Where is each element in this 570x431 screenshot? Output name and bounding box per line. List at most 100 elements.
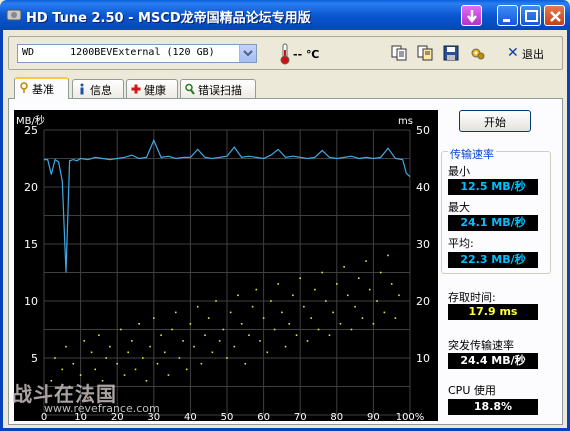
access-time-point [127,351,129,354]
access-time-point [398,294,400,297]
y-tick-right: 20 [416,295,430,308]
x-tick: 50 [221,412,234,421]
access-time-point [259,340,261,342]
access-time-point [116,362,118,365]
access-time-point [383,311,386,314]
access-time-point [134,368,137,371]
access-time-point [105,357,108,359]
maximize-button[interactable] [520,5,541,26]
access-time-point [321,271,323,274]
access-time-point [244,362,247,365]
access-time-point [306,340,309,342]
minimize-icon [503,19,510,22]
watermark-url: www.revefrance.com [44,402,160,415]
cpu-usage-value: 18.8% [448,399,538,415]
access-time-point [295,334,298,336]
min-label: 最小 [448,165,470,178]
access-time-point [153,317,155,319]
access-time-point [343,266,345,268]
options-icon[interactable] [470,45,486,61]
access-time-point [65,345,67,348]
access-time-point [240,323,243,325]
minimize-button[interactable] [497,5,518,26]
copy-info-icon[interactable] [417,45,433,61]
access-time-point [262,317,265,319]
access-time-point [394,317,397,319]
access-time-point [131,340,133,342]
drive-select[interactable]: WD 1200BEVExternal (120 GB) [17,44,257,63]
x-tick: 80 [330,412,343,421]
access-time-point [200,362,203,365]
tab-health[interactable]: 健康 [126,79,178,98]
access-time-point [189,323,192,325]
exit-icon: ✕ [507,45,519,61]
access-time-point [178,357,181,359]
burst-rate-value: 24.4 MB/秒 [448,353,538,369]
tab-error-scan[interactable]: 错误扫描 [180,79,256,98]
access-time-point [354,305,356,308]
save-icon[interactable] [443,45,459,61]
scan-icon [185,83,195,95]
y-tick-right: 30 [416,238,430,251]
access-time-point [288,323,291,325]
copy-icon[interactable] [391,45,407,61]
access-time-point [211,351,214,354]
access-time-point [207,317,210,319]
chevron-down-icon[interactable] [239,45,256,62]
access-time-point [357,277,360,279]
access-time-point [350,328,353,331]
access-time-point [79,374,82,376]
access-time-point [109,345,111,348]
access-time-point [251,305,254,308]
access-time-point [138,323,140,325]
access-time-point [120,328,122,331]
access-time-point [292,294,294,297]
avg-label: 平均: [448,237,474,250]
access-time-point [215,300,217,302]
access-time-point [255,288,258,291]
access-time-point [149,345,151,348]
access-time-point [218,340,221,342]
close-button[interactable] [544,5,565,26]
benchmark-icon [20,82,28,93]
access-time-label: 存取时间: [448,291,496,304]
access-time-point [346,294,349,297]
app-icon [6,9,22,21]
avg-value: 22.3 MB/秒 [448,252,538,268]
access-time-point [90,351,93,354]
max-value: 24.1 MB/秒 [448,215,538,231]
download-icon [467,10,477,24]
start-button[interactable]: 开始 [459,110,531,132]
access-time-point [317,328,320,331]
access-time-point [123,374,126,376]
transfer-rate-title: 传输速率 [448,146,496,162]
tab-label: 错误扫描 [198,84,242,97]
x-tick: 90 [367,412,380,421]
min-value: 12.5 MB/秒 [448,179,538,195]
access-time-point [314,288,316,291]
access-time-point [156,362,159,365]
exit-label: 退出 [522,48,544,61]
access-time-point [193,345,195,348]
access-time-point [174,311,177,314]
access-time-point [72,362,75,365]
access-time-point [142,357,144,359]
access-time-point [336,283,338,285]
download-button[interactable] [461,5,482,26]
access-time-point [365,260,367,262]
access-time-point [182,340,184,342]
tab-benchmark[interactable]: 基准 [14,77,69,99]
access-time-point [163,351,166,354]
access-time-point [277,283,280,285]
window-title: HD Tune 2.50 - MSCD龙帝国精品论坛专用版 [26,11,311,26]
tab-info[interactable]: 信息 [72,79,124,98]
access-time-point [376,300,378,302]
access-time-point [299,277,301,279]
y-axis-right-unit: ms [398,116,413,127]
access-time-point [328,334,331,336]
access-time-point [237,294,239,297]
access-time-point [361,317,364,319]
x-tick: 60 [257,412,270,421]
title-bar: HD Tune 2.50 - MSCD龙帝国精品论坛专用版 [0,0,570,30]
access-time-point [61,368,64,371]
